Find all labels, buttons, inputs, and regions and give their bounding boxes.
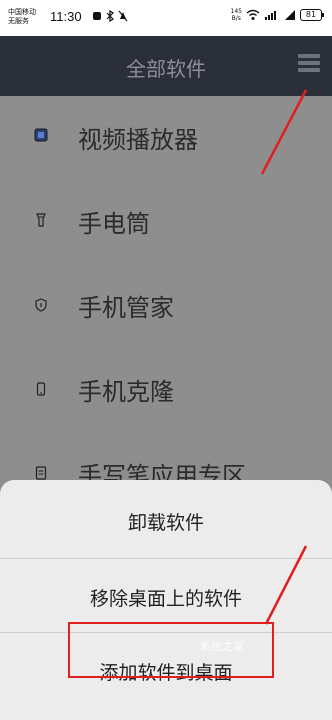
network-speed-unit: B/s	[231, 15, 241, 22]
list-item-phone-manager[interactable]: 手机管家	[0, 264, 332, 348]
video-player-icon	[34, 128, 48, 142]
mute-icon	[118, 10, 128, 22]
network-speed-value: 145	[230, 8, 242, 15]
status-bar: 中国移动 无服务 11:30 145 B/s 81	[0, 0, 332, 36]
wifi-icon	[246, 9, 260, 20]
list-item-phone-clone[interactable]: 手机克隆	[0, 348, 332, 432]
notebook-icon	[35, 466, 47, 480]
carrier-status: 无服务	[8, 17, 29, 25]
app-header: 全部软件	[0, 36, 332, 96]
watermark: 系统之家	[200, 640, 244, 653]
battery-indicator: 81	[300, 9, 324, 21]
menu-icon[interactable]	[298, 54, 320, 76]
page-title: 全部软件	[126, 57, 206, 81]
flashlight-icon	[36, 213, 46, 227]
app-label: 视频播放器	[78, 126, 198, 154]
network-speed: 145 B/s	[231, 8, 242, 22]
signal-icon	[285, 10, 295, 20]
status-time: 11:30	[50, 9, 82, 24]
app-label: 手电筒	[78, 210, 150, 238]
app-label: 手机克隆	[78, 378, 174, 406]
uninstall-button[interactable]: 卸载软件	[0, 482, 332, 558]
action-sheet: 卸载软件 移除桌面上的软件 添加软件到桌面	[0, 480, 332, 720]
carrier-name: 中国移动	[8, 8, 36, 16]
phone-clone-icon	[36, 382, 46, 396]
remove-from-desktop-label: 移除桌面上的软件	[89, 588, 242, 610]
carrier-info: 中国移动 无服务	[8, 8, 36, 26]
list-item-flashlight[interactable]: 手电筒	[0, 180, 332, 264]
list-item-video-player[interactable]: 视频播放器	[0, 96, 332, 180]
notification-icon	[93, 12, 101, 20]
shield-icon	[35, 298, 47, 312]
signal-4g-icon	[265, 11, 276, 20]
uninstall-label: 卸载软件	[127, 512, 204, 534]
bluetooth-icon	[106, 10, 114, 22]
app-label: 手机管家	[78, 294, 174, 322]
